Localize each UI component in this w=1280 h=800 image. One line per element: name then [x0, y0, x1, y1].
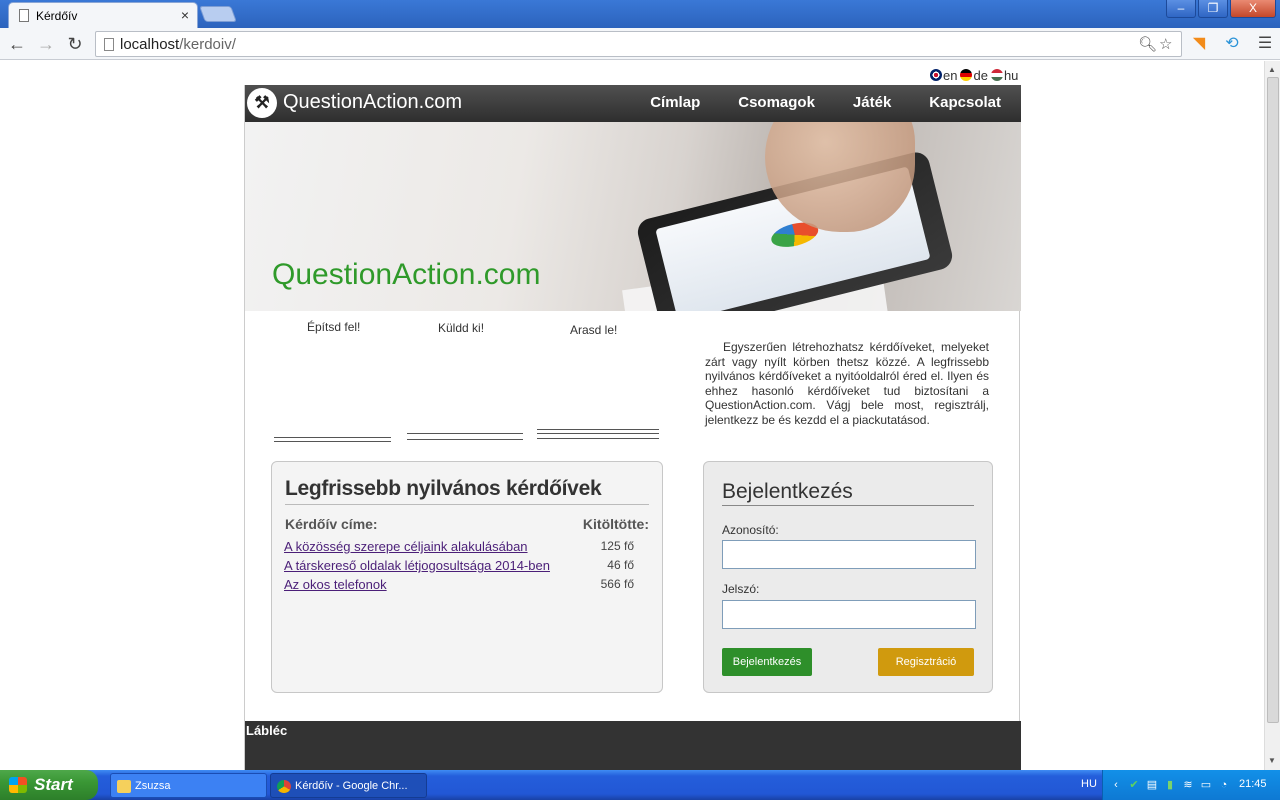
tab-close-icon[interactable]: ×	[181, 7, 189, 23]
lang-de[interactable]: de	[960, 68, 988, 83]
survey-row: A társkereső oldalak létjogosultsága 201…	[284, 558, 634, 573]
tab-title: Kérdőív	[36, 9, 78, 23]
survey-link[interactable]: A közösség szerepe céljaink alakulásában	[284, 539, 528, 554]
clock: 21:45	[1239, 778, 1267, 790]
site-header: ⚒ QuestionAction.com Címlap Csomagok Ját…	[245, 85, 1021, 122]
scroll-up-icon[interactable]: ▲	[1268, 65, 1276, 74]
minimize-button[interactable]: ‒	[1166, 0, 1196, 18]
windows-logo-icon	[9, 777, 27, 793]
recent-surveys-title: Legfrissebb nyilvános kérdőívek	[285, 477, 602, 500]
survey-row: A közösség szerepe céljaink alakulásában…	[284, 539, 634, 554]
menu-item-contact[interactable]: Kapcsolat	[929, 94, 1001, 111]
forward-arrow-icon[interactable]: →	[34, 32, 58, 56]
volume-icon[interactable]: ◔	[1217, 778, 1231, 792]
divider	[722, 505, 974, 506]
taskbar-item-chrome[interactable]: Kérdőív - Google Chr...	[270, 773, 427, 798]
divider	[407, 433, 523, 440]
column-header-filled: Kitöltötte:	[582, 516, 649, 532]
german-flag-icon	[960, 69, 973, 81]
step-build: Építsd fel!	[307, 320, 361, 334]
step-send: Küldd ki!	[438, 321, 485, 335]
hero-banner: QuestionAction.com	[245, 122, 1021, 311]
login-title: Bejelentkezés	[722, 480, 853, 503]
survey-row: Az okos telefonok 566 fő	[284, 577, 634, 592]
step-harvest: Arasd le!	[570, 323, 618, 337]
register-button[interactable]: Regisztráció	[878, 648, 974, 676]
taskbar-item-folder[interactable]: Zsuzsa	[110, 773, 267, 798]
hero-title: QuestionAction.com	[272, 258, 541, 291]
scroll-down-icon[interactable]: ▼	[1268, 756, 1276, 765]
address-bar[interactable]: localhost/kerdoiv/ 🔍︎ ☆	[95, 31, 1182, 57]
survey-link[interactable]: Az okos telefonok	[284, 577, 387, 592]
logo-icon[interactable]: ⚒	[247, 88, 277, 118]
browser-toolbar: ← → ↻ localhost/kerdoiv/ 🔍︎ ☆ ◥ ⟲ ☰	[0, 28, 1280, 60]
chrome-icon	[277, 780, 291, 793]
logo-text[interactable]: QuestionAction.com	[283, 91, 462, 114]
start-button[interactable]: Start	[0, 770, 98, 800]
page-viewport: en de hu ⚒ QuestionAction.com Címlap Cso…	[0, 61, 1264, 770]
login-panel: Bejelentkezés Azonosító: Jelszó: Bejelen…	[703, 461, 993, 693]
bookmark-star-icon[interactable]: ☆	[1159, 35, 1172, 53]
intro-text: Egyszerűen létrehozhatsz kérdőíveket, me…	[705, 340, 989, 427]
os-taskbar: Start Zsuzsa Kérdőív - Google Chr... HU …	[0, 770, 1280, 800]
rss-icon[interactable]: ◥	[1188, 33, 1210, 55]
menu-item-game[interactable]: Játék	[853, 94, 891, 111]
menu-icon[interactable]: ☰	[1254, 33, 1276, 55]
keyboard-language-indicator[interactable]: HU	[1081, 778, 1097, 790]
password-input[interactable]	[722, 600, 976, 629]
page-icon	[104, 38, 114, 51]
url-text[interactable]: localhost/kerdoiv/	[120, 36, 236, 53]
new-tab-button[interactable]	[199, 6, 237, 22]
back-arrow-icon[interactable]: ←	[5, 32, 29, 56]
site-container: ⚒ QuestionAction.com Címlap Csomagok Ját…	[244, 85, 1021, 770]
display-icon[interactable]: ▭	[1199, 778, 1213, 792]
security-icon[interactable]: ✔	[1127, 778, 1141, 792]
survey-link[interactable]: A társkereső oldalak létjogosultsága 201…	[284, 558, 550, 573]
search-icon[interactable]: 🔍︎	[1138, 35, 1157, 53]
lang-hu[interactable]: hu	[990, 68, 1018, 83]
menu-item-home[interactable]: Címlap	[650, 94, 700, 111]
main-menu: Címlap Csomagok Játék Kapcsolat	[650, 94, 1001, 111]
vertical-scrollbar[interactable]: ▲ ▼	[1264, 61, 1280, 770]
wifi-icon[interactable]: ≋	[1181, 778, 1195, 792]
survey-count: 46 fő	[607, 558, 634, 572]
scrollbar-thumb[interactable]	[1267, 77, 1279, 723]
steps-section: Építsd fel! Küldd ki! Arasd le!	[245, 311, 675, 451]
divider	[285, 504, 649, 505]
site-footer: Lábléc	[245, 721, 1021, 770]
maximize-button[interactable]: ❐	[1198, 0, 1228, 18]
column-header-title: Kérdőív címe:	[285, 516, 378, 532]
menu-item-packages[interactable]: Csomagok	[738, 94, 815, 111]
divider	[274, 437, 391, 442]
divider	[537, 429, 659, 439]
window-controls: ‒ ❐ X	[1164, 0, 1276, 18]
network-icon[interactable]: ▤	[1145, 778, 1159, 792]
footer-text: Lábléc	[246, 723, 288, 738]
folder-icon	[117, 780, 131, 793]
survey-count: 125 fő	[600, 539, 634, 553]
tray-expand-icon[interactable]: ‹	[1109, 778, 1123, 792]
sync-icon[interactable]: ⟲	[1221, 33, 1243, 55]
browser-tab[interactable]: Kérdőív ×	[8, 2, 198, 28]
hungarian-flag-icon	[990, 69, 1003, 81]
uk-flag-icon	[930, 69, 942, 81]
signal-icon[interactable]: ▮	[1163, 778, 1177, 792]
language-switcher: en de hu	[930, 68, 1018, 83]
recent-surveys-panel: Legfrissebb nyilvános kérdőívek Kérdőív …	[271, 461, 663, 693]
survey-count: 566 fő	[600, 577, 634, 591]
reload-icon[interactable]: ↻	[63, 32, 87, 56]
browser-titlebar: Kérdőív × ‒ ❐ X	[0, 0, 1280, 28]
password-label: Jelszó:	[722, 582, 760, 596]
close-window-button[interactable]: X	[1230, 0, 1276, 18]
system-tray: ‹ ✔ ▤ ▮ ≋ ▭ ◔ 21:45	[1102, 770, 1280, 800]
lang-en[interactable]: en	[930, 68, 957, 83]
username-input[interactable]	[722, 540, 976, 569]
login-button[interactable]: Bejelentkezés	[722, 648, 812, 676]
page-icon	[19, 9, 29, 22]
username-label: Azonosító:	[722, 523, 779, 537]
